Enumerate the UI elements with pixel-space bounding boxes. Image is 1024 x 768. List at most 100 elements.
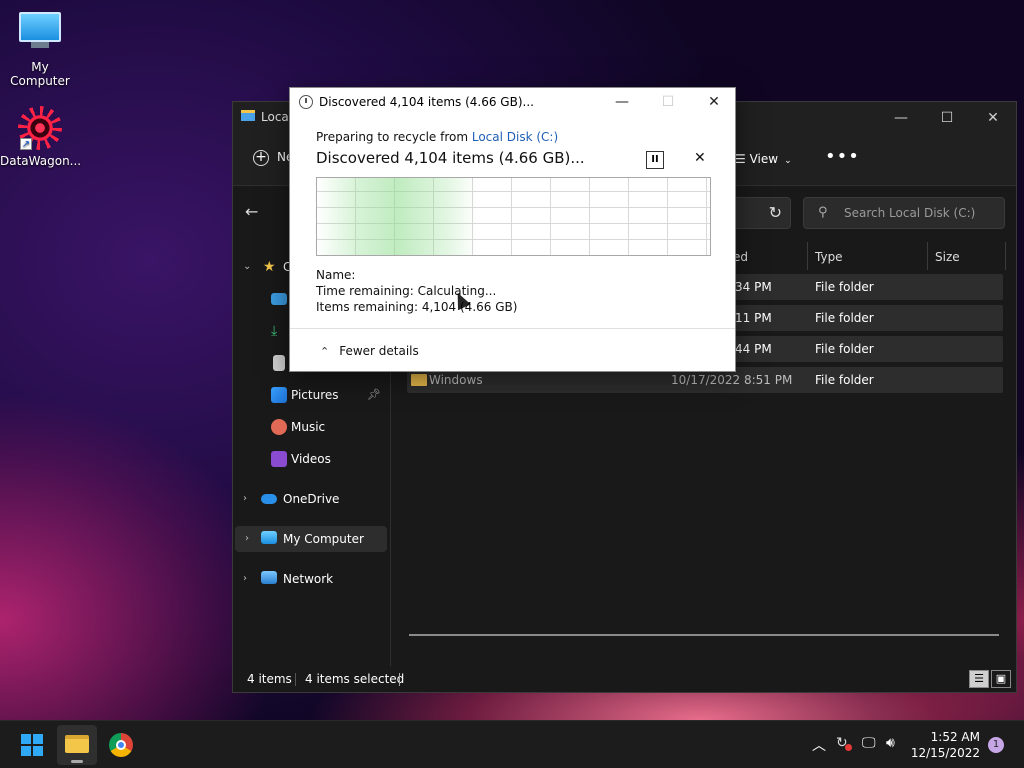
tiles-view-button[interactable]: ▣: [991, 670, 1011, 688]
windows-start-icon[interactable]: [21, 734, 43, 756]
network-icon[interactable]: 🖵︎: [862, 735, 876, 751]
star-icon: ★: [263, 259, 276, 275]
explorer-title: Local: [261, 110, 293, 124]
view-button[interactable]: ☰ View ⌄: [735, 152, 792, 166]
maximize-button[interactable]: ☐: [924, 106, 970, 130]
monitor-icon: [261, 531, 277, 544]
search-input[interactable]: ⚲ Search Local Disk (C:): [803, 197, 1005, 229]
back-arrow-icon[interactable]: ←: [245, 202, 258, 221]
status-bar: 4 items 4 items selected ☰ ▣: [233, 666, 1016, 692]
document-icon: [273, 355, 285, 371]
nav-item-label: Pictures: [291, 388, 339, 402]
clock-time: 1:52 AM: [930, 730, 980, 744]
chrome-icon[interactable]: [109, 733, 133, 757]
dialog-divider: [290, 328, 735, 329]
chevron-up-icon: ⌃: [320, 345, 330, 358]
row-modified: 44 PM: [735, 342, 772, 356]
chevron-up-icon[interactable]: ︿: [812, 735, 826, 755]
nav-item-videos[interactable]: Videos: [233, 446, 389, 472]
preparing-prefix: Preparing to recycle from: [316, 130, 472, 144]
nav-item-pictures[interactable]: Pictures 📌︎: [233, 382, 389, 408]
column-separator[interactable]: [807, 242, 808, 270]
dialog-titlebar[interactable]: Discovered 4,104 items (4.66 GB)... — ☐ …: [290, 88, 735, 116]
details-view-button[interactable]: ☰: [969, 670, 989, 688]
cancel-button[interactable]: ✕: [694, 150, 706, 166]
clock-date: 12/15/2022: [910, 746, 980, 760]
nav-item-onedrive[interactable]: › OneDrive: [233, 486, 389, 512]
nav-item-music[interactable]: Music: [233, 414, 389, 440]
chevron-down-icon: ⌄: [243, 261, 252, 272]
column-separator[interactable]: [927, 242, 928, 270]
dialog-close-button[interactable]: ✕: [691, 90, 737, 114]
time-remaining: Time remaining: Calculating...: [316, 284, 497, 298]
dialog-title: Discovered 4,104 items (4.66 GB)...: [319, 95, 534, 109]
dialog-minimize-button[interactable]: —: [599, 90, 645, 114]
row-type: File folder: [815, 311, 874, 325]
row-modified: 11 PM: [735, 311, 772, 325]
status-selected-count: 4 items selected: [305, 672, 405, 686]
folder-icon: [65, 735, 89, 753]
mandala-shortcut-icon: ↗: [18, 106, 62, 150]
pause-button[interactable]: II: [646, 151, 664, 169]
name-label: Name:: [316, 268, 356, 282]
download-icon: ⤓: [271, 323, 278, 339]
desktop-icon: [271, 293, 287, 305]
desktop-icon-datawagon[interactable]: ↗ DataWagon...: [0, 106, 82, 168]
refresh-icon: ↻: [768, 203, 782, 222]
network-icon: [261, 571, 277, 584]
column-header-type[interactable]: Type: [815, 242, 843, 272]
view-button-label: View: [749, 152, 779, 166]
view-list-icon: ☰: [735, 152, 750, 166]
status-divider: [295, 673, 296, 686]
notification-badge[interactable]: 1: [988, 737, 1004, 753]
row-modified: 34 PM: [735, 280, 772, 294]
folder-icon: [241, 110, 255, 121]
desktop-icon-my-computer[interactable]: My Computer: [0, 10, 80, 88]
status-divider: [399, 673, 400, 686]
preparing-text: Preparing to recycle from Local Disk (C:…: [316, 130, 558, 144]
speaker-icon[interactable]: 🔊︎: [886, 735, 895, 751]
cloud-icon: [261, 494, 277, 504]
search-placeholder: Search Local Disk (C:): [844, 206, 976, 220]
system-clock[interactable]: 1:52 AM 12/15/2022: [910, 729, 980, 761]
new-button[interactable]: + Ne: [253, 150, 293, 166]
nav-item-label: Network: [283, 572, 334, 586]
plus-icon: +: [253, 150, 269, 166]
clock-icon: [299, 95, 313, 109]
chevron-right-icon: ›: [245, 533, 249, 544]
nav-item-label: My Computer: [283, 532, 364, 546]
progress-status: Discovered 4,104 items (4.66 GB)...: [316, 149, 585, 167]
chevron-right-icon: ›: [243, 493, 247, 504]
source-link[interactable]: Local Disk (C:): [472, 130, 558, 144]
more-options-button[interactable]: •••: [825, 146, 860, 167]
minimize-button[interactable]: —: [878, 106, 924, 130]
nav-item-my-computer[interactable]: › My Computer: [235, 526, 387, 552]
desktop-icon-label: DataWagon...: [0, 154, 82, 168]
monitor-icon: [18, 12, 62, 56]
nav-item-network[interactable]: › Network: [233, 566, 389, 592]
fewer-details-label: Fewer details: [339, 344, 419, 358]
column-separator[interactable]: [1005, 242, 1006, 270]
chevron-right-icon: ›: [243, 573, 247, 584]
active-indicator: [71, 760, 83, 763]
pin-icon[interactable]: 📌︎: [367, 382, 381, 408]
column-header-size[interactable]: Size: [935, 242, 960, 272]
row-type: File folder: [815, 280, 874, 294]
row-type: File folder: [815, 342, 874, 356]
fewer-details-button[interactable]: ⌃ Fewer details: [320, 344, 419, 358]
recycle-progress-dialog: Discovered 4,104 items (4.66 GB)... — ☐ …: [289, 87, 736, 372]
horizontal-scrollbar[interactable]: [409, 634, 999, 636]
dialog-maximize-button: ☐: [661, 94, 675, 110]
sync-alert-icon[interactable]: ↻: [836, 735, 852, 751]
pictures-icon: [271, 387, 287, 403]
search-icon: ⚲: [818, 205, 828, 220]
speed-graph: [316, 177, 711, 256]
status-item-count: 4 items: [247, 672, 292, 686]
nav-item-label: Music: [291, 420, 326, 434]
nav-item-label: OneDrive: [283, 492, 340, 506]
shortcut-arrow-icon: ↗: [20, 138, 32, 150]
nav-item-label: Videos: [291, 452, 331, 466]
taskbar-file-explorer[interactable]: [57, 725, 97, 765]
folder-icon: [411, 374, 427, 386]
close-button[interactable]: ✕: [970, 106, 1016, 130]
